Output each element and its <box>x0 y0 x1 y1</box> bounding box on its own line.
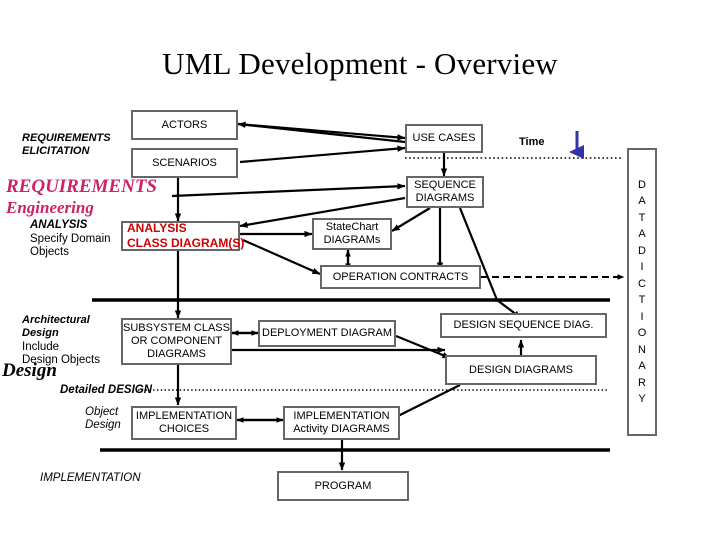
label-requirements-elicitation: REQUIREMENTS ELICITATION <box>22 132 111 158</box>
label-design-heading: Design <box>2 360 57 381</box>
box-sequence-diagrams-label-1: SEQUENCE <box>414 179 476 191</box>
dd-char: D <box>638 178 646 191</box>
label-analysis-sub: Specify Domain Objects <box>30 233 111 259</box>
box-implementation-activity-label-2: Activity DIAGRAMS <box>293 423 390 435</box>
box-actors-label: ACTORS <box>161 118 208 131</box>
dd-char: A <box>638 195 646 207</box>
box-subsystem-label-3: DIAGRAMS <box>147 348 206 360</box>
label-requirements-engineering-line1: REQUIREMENTS <box>6 176 157 197</box>
dd-char: I <box>640 261 644 273</box>
box-operation-contracts[interactable]: OPERATION CONTRACTS <box>320 265 481 289</box>
box-analysis-class-label-2: CLASS DIAGRAM(S) <box>127 236 245 250</box>
label-analysis-heading: ANALYSIS <box>30 219 88 231</box>
box-analysis-class-label-1: ANALYSIS <box>127 221 187 235</box>
label-architectural-design: Architectural Design <box>22 314 90 340</box>
dd-char: T <box>638 211 646 224</box>
label-object-design-line1: Object <box>85 406 119 418</box>
box-program[interactable]: PROGRAM <box>277 471 409 501</box>
box-analysis-class-diagrams[interactable]: ANALYSIS CLASS DIAGRAM(S) <box>121 221 244 251</box>
box-subsystem-label-1: SUBSYSTEM CLASS <box>123 322 230 334</box>
box-subsystem-class-diagrams[interactable]: SUBSYSTEM CLASS OR COMPONENT DIAGRAMS <box>121 318 232 365</box>
box-implementation-activity-label-1: IMPLEMENTATION <box>293 410 390 422</box>
label-architectural-design-line2: Design <box>22 327 59 339</box>
label-object-design-line2: Design <box>85 419 121 431</box>
box-program-label: PROGRAM <box>314 479 372 492</box>
box-design-diagrams-label: DESIGN DIAGRAMS <box>469 363 573 376</box>
dd-char: N <box>638 343 646 356</box>
box-operation-contracts-label: OPERATION CONTRACTS <box>332 270 469 283</box>
box-implementation-choices-label-2: CHOICES <box>158 423 210 435</box>
label-requirements-elicitation-line1: REQUIREMENTS <box>22 132 111 144</box>
dd-char: R <box>638 376 646 389</box>
box-deployment-diagram[interactable]: DEPLOYMENT DIAGRAM <box>258 320 396 347</box>
label-analysis-sub-line2: Objects <box>30 246 69 258</box>
box-statechart-label-2: DIAGRAMs <box>323 234 381 246</box>
label-requirements-engineering-line2: Engineering <box>6 198 94 217</box>
label-time: Time <box>519 136 545 148</box>
box-statechart-label-1: StateChart <box>325 221 379 233</box>
box-use-cases[interactable]: USE CASES <box>405 124 483 153</box>
label-object-design: Object Design <box>85 406 121 432</box>
box-sequence-diagrams[interactable]: SEQUENCE DIAGRAMS <box>406 176 484 208</box>
box-design-sequence-diag-label: DESIGN SEQUENCE DIAG. <box>453 319 594 331</box>
page-title: UML Development - Overview <box>162 46 558 81</box>
label-architectural-design-sub-line1: Include <box>22 341 60 353</box>
box-use-cases-label: USE CASES <box>412 132 476 144</box>
box-design-diagrams[interactable]: DESIGN DIAGRAMS <box>445 355 597 385</box>
box-subsystem-label-2: OR COMPONENT <box>130 335 223 347</box>
label-implementation-heading: IMPLEMENTATION <box>40 472 141 484</box>
dd-char: O <box>637 327 647 339</box>
box-scenarios-label: SCENARIOS <box>152 156 217 169</box>
dd-char: A <box>638 228 646 240</box>
box-data-dictionary[interactable]: D A T A D I C T I O N A R Y <box>627 148 657 436</box>
dd-char: Y <box>638 393 646 405</box>
dd-char: I <box>640 310 644 323</box>
dd-char: C <box>638 277 646 290</box>
box-statechart-diagrams[interactable]: StateChart DIAGRAMs <box>312 218 392 250</box>
label-requirements-elicitation-line2: ELICITATION <box>22 145 90 157</box>
box-sequence-diagrams-label-2: DIAGRAMS <box>415 192 475 204</box>
dd-char: T <box>638 294 646 306</box>
slide-canvas: UML Development - Overview ACTORS SCENAR… <box>0 0 720 540</box>
box-deployment-diagram-label: DEPLOYMENT DIAGRAM <box>262 327 392 339</box>
box-implementation-choices[interactable]: IMPLEMENTATION CHOICES <box>131 406 237 440</box>
box-scenarios[interactable]: SCENARIOS <box>131 148 238 178</box>
label-detailed-design: Detailed DESIGN <box>60 384 153 396</box>
label-architectural-design-line1: Architectural <box>22 314 90 326</box>
box-implementation-activity-diagrams[interactable]: IMPLEMENTATION Activity DIAGRAMS <box>283 406 400 440</box>
box-actors[interactable]: ACTORS <box>131 110 238 140</box>
box-implementation-choices-label-1: IMPLEMENTATION <box>135 410 233 422</box>
box-design-sequence-diag[interactable]: DESIGN SEQUENCE DIAG. <box>440 313 607 338</box>
dd-char: A <box>638 360 646 372</box>
dd-char: D <box>638 244 646 257</box>
label-analysis-sub-line1: Specify Domain <box>30 233 111 245</box>
